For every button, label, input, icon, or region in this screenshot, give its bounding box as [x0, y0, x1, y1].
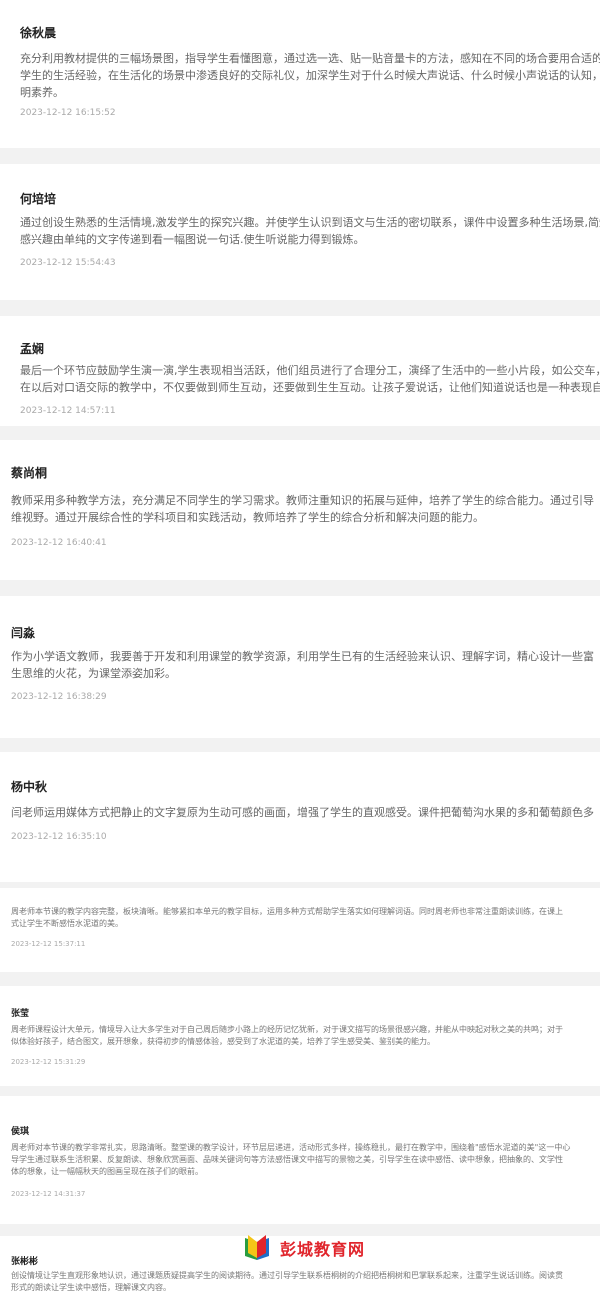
comment-line: 维视野。通过开展综合性的学科项目和实践活动，教师培养了学生的综合分析和解决问题的… — [11, 511, 484, 524]
comment-line: 周老师课程设计大单元，情境导入让大多学生对于自己周后随步小路上的经历记忆犹新，对… — [11, 1025, 563, 1034]
comment-text: 教师采用多种教学方法，充分满足不同学生的学习需求。教师注重知识的拓展与延伸，培养… — [11, 492, 594, 526]
comment-line: 生思维的火花，为课堂添姿加彩。 — [11, 667, 176, 680]
comment-timestamp: 2023-12-12 14:57:11 — [20, 406, 116, 416]
comment-text: 通过创设生熟悉的生活情境,激发学生的探究兴趣。并使学生认识到语文与生活的密切联系… — [20, 214, 600, 248]
comment-line: 作为小学语文教师，我要善于开发和利用课堂的教学资源，利用学生已有的生活经验来认识… — [11, 650, 594, 663]
comment-timestamp: 2023-12-12 16:38:29 — [11, 692, 107, 702]
comment-line: 式让学生不断感悟水泥道的美。 — [11, 919, 123, 928]
comment-card: 侯琪 周老师对本节课的教学非常扎实，思路清晰。整堂课的教学设计，环节层层递进，活… — [0, 1096, 600, 1224]
comment-author: 蔡尚桐 — [11, 466, 48, 480]
comment-author: 张莹 — [11, 1009, 30, 1019]
comment-timestamp: 2023-12-12 16:35:10 — [11, 832, 107, 842]
comment-line: 充分利用教材提供的三幅场景图，指导学生看懂图意，通过选一选、贴一贴音量卡的方法，… — [20, 52, 600, 65]
comment-text: 周老师对本节课的教学非常扎实，思路清晰。整堂课的教学设计，环节层层递进，活动形式… — [11, 1142, 570, 1178]
comment-card: 周老师本节课的教学内容完整，板块清晰。能够紧扣本单元的教学目标，运用多种方式帮助… — [0, 888, 600, 972]
comment-timestamp: 2023-12-12 15:31:29 — [11, 1058, 86, 1066]
comment-card: 蔡尚桐 教师采用多种教学方法，充分满足不同学生的学习需求。教师注重知识的拓展与延… — [0, 440, 600, 580]
comment-timestamp: 2023-12-12 14:31:37 — [11, 1190, 86, 1198]
comment-card: 张莹 周老师课程设计大单元，情境导入让大多学生对于自己周后随步小路上的经历记忆犹… — [0, 986, 600, 1086]
comment-line: 最后一个环节应鼓励学生演一演,学生表现相当活跃，他们组员进行了合理分工，演绎了生… — [20, 364, 600, 377]
comment-author: 徐秋晨 — [20, 26, 57, 40]
comment-text: 充分利用教材提供的三幅场景图，指导学生看懂图意，通过选一选、贴一贴音量卡的方法，… — [20, 50, 600, 101]
comment-line: 体的想象，让一幅幅秋天的图画呈现在孩子们的眼前。 — [11, 1167, 203, 1176]
comment-author: 何培培 — [20, 192, 57, 206]
comment-line: 闫老师运用媒体方式把静止的文字复原为生动可感的画面，增强了学生的直观感受。课件把… — [11, 806, 594, 819]
comment-text: 周老师本节课的教学内容完整，板块清晰。能够紧扣本单元的教学目标，运用多种方式帮助… — [11, 906, 563, 930]
comment-line: 导学生通过联系生活积累、反复朗读、想象欣赏画面、品味关键词句等方法感悟课文中描写… — [11, 1155, 563, 1164]
open-book-icon — [245, 1235, 269, 1260]
comment-card: 闫淼 作为小学语文教师，我要善于开发和利用课堂的教学资源，利用学生已有的生活经验… — [0, 596, 600, 738]
comment-text: 周老师课程设计大单元，情境导入让大多学生对于自己周后随步小路上的经历记忆犹新，对… — [11, 1024, 563, 1048]
comment-line: 在以后对口语交际的教学中，不仅要做到师生互动，还要做到生生互动。让孩子爱说话，让… — [20, 381, 600, 394]
comment-line: 教师采用多种教学方法，充分满足不同学生的学习需求。教师注重知识的拓展与延伸，培养… — [11, 494, 594, 507]
comment-timestamp: 2023-12-12 15:54:43 — [20, 258, 116, 268]
comment-text: 闫老师运用媒体方式把静止的文字复原为生动可感的画面，增强了学生的直观感受。课件把… — [11, 804, 594, 821]
comment-timestamp: 2023-12-12 16:15:52 — [20, 108, 116, 118]
watermark-text: 彭城教育网 — [280, 1240, 366, 1259]
comment-line: 学生的生活经验，在生活化的场景中渗透良好的交际礼仪，加深学生对于什么时候大声说话… — [20, 69, 600, 82]
comment-author: 孟娴 — [20, 342, 45, 356]
comment-author: 侯琪 — [11, 1127, 30, 1137]
comment-line: 似体验好孩子，结合图文，展开想象，获得初步的情感体验，感受到了水泥道的美，培养了… — [11, 1037, 435, 1046]
comment-text: 创设情境让学生直观形象地认识，通过课题质疑提高学生的阅读期待。通过引导学生联系梧… — [11, 1270, 563, 1294]
comment-author: 张彬彬 — [11, 1257, 39, 1267]
comment-timestamp: 2023-12-12 16:40:41 — [11, 538, 107, 548]
comment-line: 明素养。 — [20, 86, 64, 99]
comment-text: 作为小学语文教师，我要善于开发和利用课堂的教学资源，利用学生已有的生活经验来认识… — [11, 648, 594, 682]
comment-line: 周老师本节课的教学内容完整，板块清晰。能够紧扣本单元的教学目标，运用多种方式帮助… — [11, 907, 563, 916]
comment-line: 周老师对本节课的教学非常扎实，思路清晰。整堂课的教学设计，环节层层递进，活动形式… — [11, 1143, 571, 1152]
comment-author: 杨中秋 — [11, 780, 48, 794]
comment-line: 形式的朗读让学生读中感悟，理解课文内容。 — [11, 1283, 171, 1292]
comment-card: 孟娴 最后一个环节应鼓励学生演一演,学生表现相当活跃，他们组员进行了合理分工，演… — [0, 316, 600, 426]
comment-timestamp: 2023-12-12 15:37:11 — [11, 940, 86, 948]
comment-line: 创设情境让学生直观形象地认识，通过课题质疑提高学生的阅读期待。通过引导学生联系梧… — [11, 1271, 563, 1280]
comment-card: 徐秋晨 充分利用教材提供的三幅场景图，指导学生看懂图意，通过选一选、贴一贴音量卡… — [0, 0, 600, 148]
comment-card: 杨中秋 闫老师运用媒体方式把静止的文字复原为生动可感的画面，增强了学生的直观感受… — [0, 752, 600, 882]
comment-line: 感兴趣由单纯的文字传递到看一幅图说一句话.使生听说能力得到锻炼。 — [20, 233, 365, 246]
comment-card: 何培培 通过创设生熟悉的生活情境,激发学生的探究兴趣。并使学生认识到语文与生活的… — [0, 164, 600, 300]
comment-line: 通过创设生熟悉的生活情境,激发学生的探究兴趣。并使学生认识到语文与生活的密切联系… — [20, 216, 600, 229]
site-watermark-logo: 彭城教育网 — [242, 1232, 372, 1262]
comment-text: 最后一个环节应鼓励学生演一演,学生表现相当活跃，他们组员进行了合理分工，演绎了生… — [20, 362, 600, 396]
comment-author: 闫淼 — [11, 626, 36, 640]
